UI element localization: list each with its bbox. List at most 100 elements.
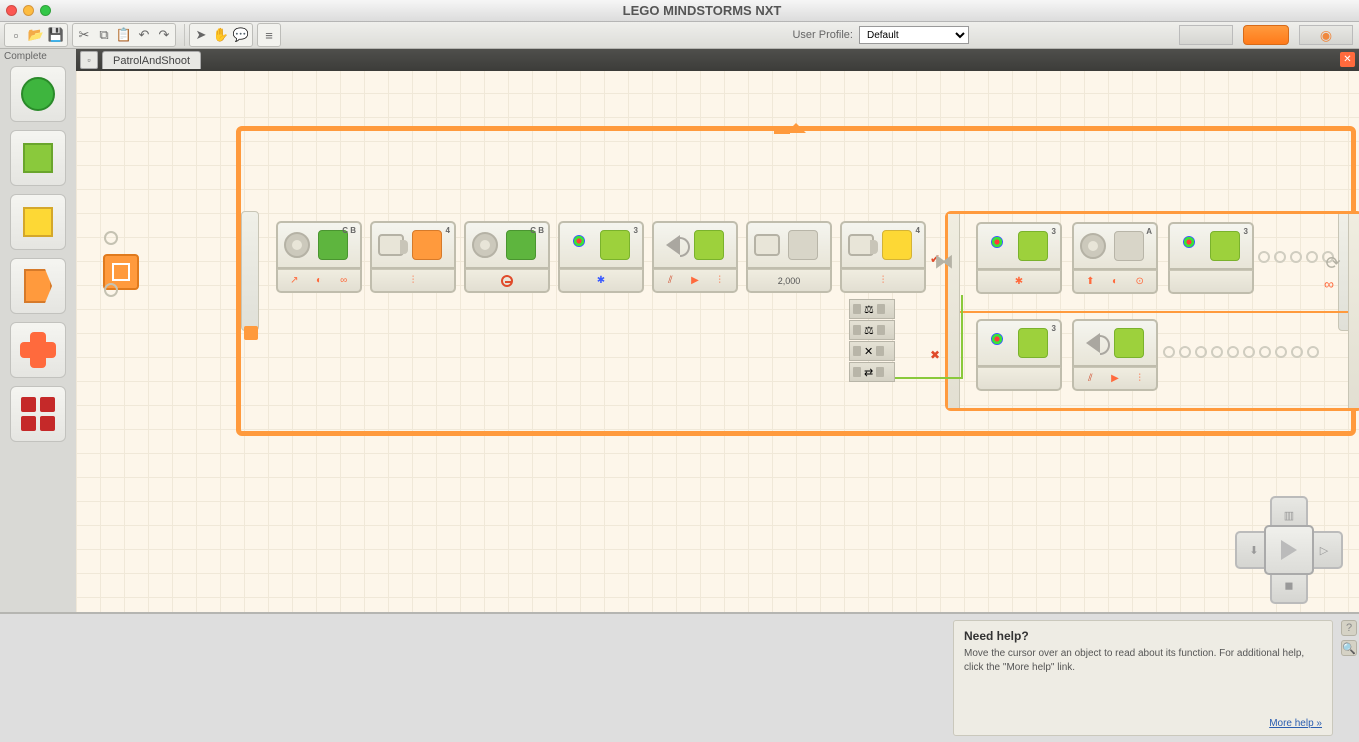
close-tab-icon[interactable]: ✕ — [1340, 52, 1355, 67]
action-sub-icon — [694, 230, 724, 260]
play-icon: ▶ — [688, 275, 702, 287]
wait-sub-icon — [412, 230, 442, 260]
light-sensor-block-3[interactable]: 3 — [976, 319, 1062, 395]
loop-infinity-icon: ∞ — [1324, 276, 1334, 292]
sound-block[interactable]: ⫽▶⫶ — [1072, 319, 1158, 395]
scale-icon: ⚖ — [864, 303, 874, 316]
light-sensor-block[interactable]: 3 ✱ — [976, 222, 1062, 298]
more-help-link[interactable]: More help » — [1269, 718, 1322, 729]
ultrasonic-sensor-block[interactable]: 4 ⫶ — [370, 221, 456, 297]
window-title: LEGO MINDSTORMS NXT — [51, 3, 1353, 18]
block-port-label: A — [1146, 227, 1152, 236]
configuration-panel — [0, 614, 947, 742]
distance-icon: ⫶ — [876, 275, 890, 287]
move-block-2[interactable]: C B — [464, 221, 550, 297]
power-icon: ◐ — [312, 275, 326, 287]
palette-action-icon[interactable] — [10, 130, 66, 186]
data-hub-row[interactable]: ⚖ — [849, 299, 895, 319]
block-port-label: 3 — [1244, 227, 1248, 236]
move-block-1[interactable]: C B ↗◐∞ — [276, 221, 362, 297]
pointer-tool-icon[interactable]: ➤ — [191, 25, 211, 45]
scale-icon: ⚖ — [864, 324, 874, 337]
direction-up-icon: ⬆ — [1083, 276, 1097, 288]
nxt-run-button[interactable] — [1264, 525, 1314, 575]
align-icon[interactable]: ≡ — [259, 25, 279, 45]
switch-fork-icon: ⧓ — [934, 249, 954, 274]
palette-sensor-icon[interactable] — [10, 194, 66, 250]
user-profile-area: User Profile: Default — [792, 26, 969, 44]
data-wire — [895, 377, 963, 379]
user-profile-select[interactable]: Default — [859, 26, 969, 44]
save-file-icon[interactable]: 💾 — [46, 25, 66, 45]
block-port-label: C B — [342, 226, 356, 235]
toolbar-divider — [184, 24, 185, 46]
palette-label: Complete — [0, 51, 47, 62]
cut-icon[interactable]: ✂ — [74, 25, 94, 45]
motor-block[interactable]: A ⬆◐⊙ — [1072, 222, 1158, 298]
file-tool-group: ▫ 📂 💾 — [4, 23, 68, 47]
loop-left-handle[interactable] — [241, 211, 259, 331]
data-hub-row[interactable]: ⚖ — [849, 320, 895, 340]
volume-icon: ⫶ — [1133, 373, 1147, 385]
nxt-controller: ▥ ⬇ ▷ ◼ — [1235, 496, 1343, 604]
help-zoom-icon[interactable]: 🔍 — [1341, 640, 1357, 656]
robot-educator-button[interactable]: ◉ — [1299, 25, 1353, 45]
waveform-icon: ⫽ — [1083, 373, 1097, 385]
direction-icon: ↗ — [287, 275, 301, 287]
light-block[interactable]: 3 ✱ — [558, 221, 644, 297]
palette-flow-icon[interactable] — [10, 258, 66, 314]
beam-start-hole — [104, 231, 118, 245]
sound-block-main[interactable]: ⫽ ▶ ⫶ — [652, 221, 738, 297]
volume-icon: ⫶ — [713, 275, 727, 287]
block-port-label: 4 — [446, 226, 450, 235]
undo-icon[interactable]: ↶ — [134, 25, 154, 45]
minimize-window-icon[interactable] — [23, 5, 34, 16]
wire-icon: ⇄ — [864, 366, 873, 379]
stop-icon — [501, 275, 513, 287]
open-file-icon[interactable]: 📂 — [26, 25, 46, 45]
power-icon: ◐ — [1108, 276, 1122, 288]
palette-data-icon[interactable] — [10, 322, 66, 378]
loop-repeat-icon: ⟳ — [1321, 251, 1345, 275]
pan-tool-icon[interactable]: ✋ — [211, 25, 231, 45]
loop-arrow-icon — [786, 123, 806, 133]
switch-block[interactable]: ✔ ✖ 3 ✱ A ⬆◐⊙ 3 — [945, 211, 1359, 411]
beam-start-hole-2 — [104, 283, 118, 297]
action-up-icon — [1210, 231, 1240, 261]
distance-icon: ⫶ — [406, 275, 420, 287]
help-question-icon[interactable]: ? — [1341, 620, 1357, 636]
palette-common-icon[interactable] — [10, 66, 66, 122]
wait-block[interactable]: 2,000 — [746, 221, 832, 297]
copy-icon[interactable]: ⧉ — [94, 25, 114, 45]
main-toolbar: ▫ 📂 💾 ✂ ⧉ 📋 ↶ ↷ ➤ ✋ 💬 ≡ User Profile: De… — [0, 22, 1359, 49]
tab-start-icon[interactable]: ▫ — [80, 51, 98, 69]
data-hub-row[interactable]: ✕ — [849, 341, 895, 361]
close-window-icon[interactable] — [6, 5, 17, 16]
ultrasonic-sensor-block-2[interactable]: 4 ⫶ — [840, 221, 926, 297]
block-port-label: 4 — [916, 226, 920, 235]
zoom-window-icon[interactable] — [40, 5, 51, 16]
light-sensor-block-2[interactable]: 3 — [1168, 222, 1254, 298]
new-file-icon[interactable]: ▫ — [6, 25, 26, 45]
data-hub-row[interactable]: ⇄ — [849, 362, 895, 382]
nxt-brick-button[interactable] — [1243, 25, 1289, 45]
traffic-lights — [6, 5, 51, 16]
program-tab[interactable]: PatrolAndShoot — [102, 51, 201, 69]
block-port-label: C B — [530, 226, 544, 235]
action-sub-icon — [1114, 328, 1144, 358]
edit-tool-group: ✂ ⧉ 📋 ↶ ↷ — [72, 23, 176, 47]
comment-tool-icon[interactable]: 💬 — [231, 25, 251, 45]
block-port-label: 3 — [634, 226, 638, 235]
redo-icon[interactable]: ↷ — [154, 25, 174, 45]
palette-advanced-icon[interactable] — [10, 386, 66, 442]
toolbar-btn-1[interactable] — [1179, 25, 1233, 45]
paste-icon[interactable]: 📋 — [114, 25, 134, 45]
action-up-icon — [600, 230, 630, 260]
color-icon: ✱ — [594, 275, 608, 287]
pointer-tool-group: ➤ ✋ 💬 — [189, 23, 253, 47]
help-panel: Need help? Move the cursor over an objec… — [953, 620, 1333, 736]
sensor-sub-icon — [882, 230, 912, 260]
data-hub[interactable]: ⚖ ⚖ ✕ ⇄ — [849, 299, 895, 383]
beam-holes — [1163, 337, 1319, 367]
waveform-icon: ⫽ — [663, 275, 677, 287]
